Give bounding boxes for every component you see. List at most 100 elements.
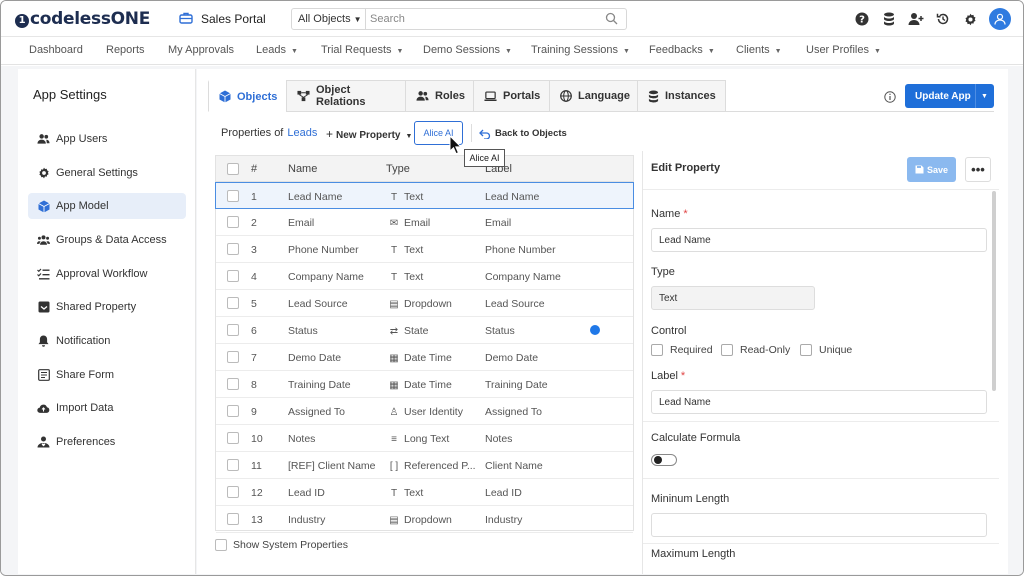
search-icon[interactable] bbox=[605, 12, 618, 25]
update-app-button[interactable]: Update App ▼ bbox=[905, 84, 994, 108]
required-checkbox[interactable] bbox=[651, 344, 663, 356]
more-options-button[interactable]: ••• bbox=[965, 157, 991, 182]
chevron-down-icon[interactable]: ▼ bbox=[981, 93, 988, 100]
info-icon[interactable] bbox=[884, 91, 896, 103]
sidebar-item-app-model[interactable]: App Model bbox=[28, 193, 186, 219]
col-name[interactable]: Name bbox=[288, 163, 317, 175]
row-checkbox[interactable] bbox=[227, 324, 239, 336]
chevron-down-icon: ▼ bbox=[774, 48, 782, 55]
row-checkbox[interactable] bbox=[227, 243, 239, 255]
row-checkbox[interactable] bbox=[227, 297, 239, 309]
new-property-button[interactable]: + New Property ▼ bbox=[326, 127, 412, 141]
row-checkbox[interactable] bbox=[227, 270, 239, 282]
col-type[interactable]: Type bbox=[386, 163, 410, 175]
row-checkbox[interactable] bbox=[227, 351, 239, 363]
sidebar-item-approval-workflow[interactable]: Approval Workflow bbox=[28, 261, 186, 287]
row-type: ▦ Date Time bbox=[388, 379, 484, 391]
table-row[interactable]: 9 Assigned To ♙ User Identity Assigned To bbox=[216, 398, 633, 425]
unique-checkbox[interactable] bbox=[800, 344, 812, 356]
row-checkbox[interactable] bbox=[227, 459, 239, 471]
panel-scrollbar[interactable] bbox=[992, 191, 996, 391]
sidebar-item-groups-data-access[interactable]: Groups & Data Access bbox=[28, 227, 186, 253]
nav-reports[interactable]: Reports bbox=[106, 44, 145, 56]
table-row[interactable]: 3 Phone Number T Text Phone Number bbox=[216, 236, 633, 263]
required-option[interactable]: Required bbox=[651, 344, 713, 356]
row-checkbox[interactable] bbox=[227, 432, 239, 444]
row-checkbox[interactable] bbox=[227, 378, 239, 390]
tab-roles[interactable]: Roles bbox=[405, 80, 474, 112]
row-name: Lead ID bbox=[288, 487, 325, 499]
table-row[interactable]: 5 Lead Source ▤ Dropdown Lead Source bbox=[216, 290, 633, 317]
nav-clients[interactable]: Clients ▼ bbox=[736, 44, 782, 56]
save-button[interactable]: Save bbox=[907, 157, 956, 182]
show-system-properties[interactable]: Show System Properties bbox=[215, 539, 348, 551]
row-label: Training Date bbox=[485, 379, 548, 391]
read-only-option[interactable]: Read-Only bbox=[721, 344, 790, 356]
sidebar-item-shared-property[interactable]: Shared Property bbox=[28, 294, 186, 320]
search-bar: All Objects ▼ bbox=[291, 8, 627, 30]
table-row[interactable]: 8 Training Date ▦ Date Time Training Date bbox=[216, 371, 633, 398]
label-input[interactable]: Lead Name bbox=[651, 390, 987, 414]
app-name[interactable]: Sales Portal bbox=[201, 12, 266, 26]
sidebar-item-label: Share Form bbox=[56, 369, 115, 381]
tab-language[interactable]: Language bbox=[549, 80, 638, 112]
show-system-checkbox[interactable] bbox=[215, 539, 227, 551]
table-row[interactable]: 6 Status ⇄ State Status bbox=[216, 317, 633, 344]
select-all-checkbox[interactable] bbox=[227, 163, 239, 175]
row-checkbox[interactable] bbox=[227, 190, 239, 202]
nav-label: Demo Sessions bbox=[423, 44, 501, 56]
sidebar-item-notification[interactable]: Notification bbox=[28, 328, 186, 354]
top-bar: 1codelessONE Sales Portal All Objects▼ ? bbox=[1, 1, 1023, 37]
table-row[interactable]: 10 Notes ≡ Long Text Notes bbox=[216, 425, 633, 452]
table-row[interactable]: 12 Lead ID T Text Lead ID bbox=[216, 479, 633, 506]
row-type: T Text bbox=[388, 244, 484, 256]
help-icon[interactable]: ? bbox=[854, 11, 870, 27]
object-link[interactable]: Leads bbox=[287, 127, 317, 139]
tab-instances[interactable]: Instances bbox=[637, 80, 726, 112]
unique-option[interactable]: Unique bbox=[800, 344, 852, 356]
min-length-input[interactable] bbox=[651, 513, 987, 537]
settings-gear-icon[interactable] bbox=[962, 11, 978, 27]
row-checkbox[interactable] bbox=[227, 405, 239, 417]
table-row[interactable]: 7 Demo Date ▦ Date Time Demo Date bbox=[216, 344, 633, 371]
sidebar-item-app-users[interactable]: App Users bbox=[28, 126, 186, 152]
sidebar-item-import-data[interactable]: Import Data bbox=[28, 395, 186, 421]
nav-my-approvals[interactable]: My Approvals bbox=[168, 44, 234, 56]
search-input[interactable] bbox=[370, 11, 600, 27]
sidebar-item-general-settings[interactable]: General Settings bbox=[28, 160, 186, 186]
nav-dashboard[interactable]: Dashboard bbox=[29, 44, 83, 56]
nav-feedbacks[interactable]: Feedbacks ▼ bbox=[649, 44, 715, 56]
row-type-label: Text bbox=[404, 244, 424, 256]
brand-logo[interactable]: 1 codelessONE bbox=[15, 9, 150, 29]
table-row[interactable]: 4 Company Name T Text Company Name bbox=[216, 263, 633, 290]
row-checkbox[interactable] bbox=[227, 216, 239, 228]
nav-leads[interactable]: Leads ▼ bbox=[256, 44, 298, 56]
table-row[interactable]: 13 Industry ▤ Dropdown Industry bbox=[216, 506, 633, 533]
avatar[interactable] bbox=[989, 8, 1011, 30]
nav-trial-requests[interactable]: Trial Requests ▼ bbox=[321, 44, 403, 56]
name-input[interactable]: Lead Name bbox=[651, 228, 987, 252]
main-panel: Objects Object Relations Roles Portals L… bbox=[197, 69, 1008, 574]
table-row[interactable]: 11 [REF] Client Name [ ] Referenced P... Cli… bbox=[216, 452, 633, 479]
nav-demo-sessions[interactable]: Demo Sessions ▼ bbox=[423, 44, 512, 56]
table-row[interactable]: 2 Email ✉ Email Email bbox=[216, 209, 633, 236]
row-checkbox[interactable] bbox=[227, 513, 239, 525]
calculate-formula-toggle[interactable] bbox=[651, 454, 677, 466]
back-to-objects-button[interactable]: Back to Objects bbox=[479, 128, 567, 139]
nav-user-profiles[interactable]: User Profiles ▼ bbox=[806, 44, 881, 56]
row-label: Assigned To bbox=[485, 406, 543, 418]
row-checkbox[interactable] bbox=[227, 486, 239, 498]
row-type: ⇄ State bbox=[388, 325, 484, 337]
table-row[interactable]: 1 Lead Name T Text Lead Name bbox=[215, 182, 634, 209]
tab-object-relations[interactable]: Object Relations bbox=[286, 80, 406, 112]
database-icon[interactable] bbox=[881, 11, 897, 27]
tab-portals[interactable]: Portals bbox=[473, 80, 550, 112]
search-scope-select[interactable]: All Objects ▼ bbox=[292, 9, 366, 29]
add-user-icon[interactable] bbox=[908, 11, 924, 27]
history-icon[interactable] bbox=[935, 11, 951, 27]
tab-objects[interactable]: Objects bbox=[208, 80, 287, 112]
sidebar-item-preferences[interactable]: Preferences bbox=[28, 429, 186, 455]
nav-training-sessions[interactable]: Training Sessions ▼ bbox=[531, 44, 630, 56]
read-only-checkbox[interactable] bbox=[721, 344, 733, 356]
sidebar-item-share-form[interactable]: Share Form bbox=[28, 362, 186, 388]
